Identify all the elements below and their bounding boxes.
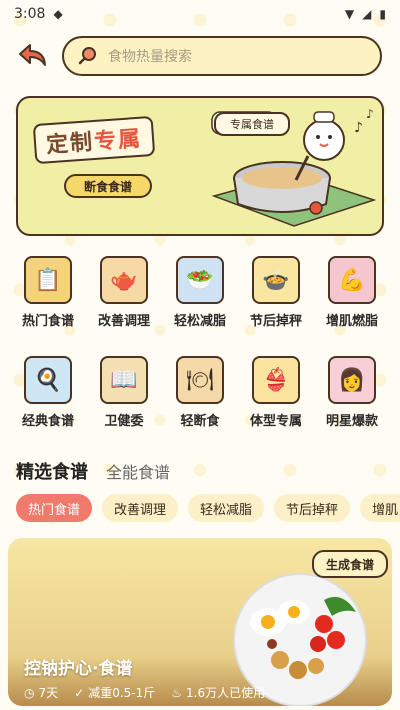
category-label: 卫健委 <box>104 414 144 429</box>
category-muscle-gain[interactable]: 💪 增肌燃脂 <box>314 256 390 329</box>
status-bar: 3:08 ◆ ▼ ◢ ▮ <box>0 0 400 28</box>
category-improve-conditioning[interactable]: 🫖 改善调理 <box>86 256 162 329</box>
banner-title-part2: 专属 <box>93 126 143 155</box>
category-label: 体型专属 <box>249 414 302 429</box>
header: 食物热量搜索 <box>0 34 400 78</box>
banner-title: 定制专属 <box>32 115 156 165</box>
svg-text:♪: ♪ <box>354 120 363 136</box>
generate-recipe-button[interactable]: 生成食谱 <box>312 550 388 578</box>
svg-text:♪: ♪ <box>366 107 374 121</box>
chip-fat-loss[interactable]: 轻松减脂 <box>188 494 265 522</box>
users-meta: ♨ 1.6万人已使用 <box>171 684 265 701</box>
goal-meta: ✓ 减重0.5-1斤 <box>74 684 155 701</box>
search-icon <box>78 47 96 65</box>
duration-meta: ◷ 7天 <box>24 684 58 701</box>
star-girl-icon: 👩 <box>328 356 376 404</box>
recipe-card[interactable]: 生成食谱 控钠护心·食谱 ◷ 7天 ✓ 减重0.5-1斤 ♨ 1.6万人已使用 <box>8 538 392 706</box>
teapot-icon: 🫖 <box>100 256 148 304</box>
recipe-card-title: 控钠护心·食谱 <box>24 659 133 679</box>
category-light-fasting[interactable]: 🍽 轻断食 <box>162 356 238 429</box>
category-post-holiday[interactable]: 🍲 节后掉秤 <box>238 256 314 329</box>
tab-all-recipes[interactable]: 全能食谱 <box>106 459 170 483</box>
category-label: 热门食谱 <box>21 314 74 329</box>
status-time: 3:08 <box>14 6 46 22</box>
tab-featured-recipes[interactable]: 精选食谱 <box>16 458 88 484</box>
category-label: 改善调理 <box>97 314 150 329</box>
banner-title-part1: 定制 <box>45 130 96 159</box>
chip-muscle[interactable]: 增肌 <box>360 494 400 522</box>
book-icon: 📖 <box>100 356 148 404</box>
category-label: 节后掉秤 <box>249 314 302 329</box>
category-easy-fat-loss[interactable]: 🥗 轻松减脂 <box>162 256 238 329</box>
body-icon: 👙 <box>252 356 300 404</box>
wifi-icon: ▼ <box>344 7 355 21</box>
muscle-chicken-icon: 💪 <box>328 256 376 304</box>
search-input[interactable]: 食物热量搜索 <box>62 36 382 76</box>
recipe-card-meta: ◷ 7天 ✓ 减重0.5-1斤 ♨ 1.6万人已使用 <box>24 684 265 701</box>
bowl-icon: 🍲 <box>252 256 300 304</box>
category-health-commission[interactable]: 📖 卫健委 <box>86 356 162 429</box>
category-label: 轻松减脂 <box>173 314 226 329</box>
flame-icon: ♨ <box>171 685 183 700</box>
chip-post-holiday[interactable]: 节后掉秤 <box>274 494 351 522</box>
signal-icon: ◢ <box>362 7 372 21</box>
duration-text: 7天 <box>38 686 59 700</box>
custom-recipe-banner[interactable]: 定制专属 断食食谱 ♪ ♪ 专属食谱 <box>16 96 384 236</box>
category-label: 增肌燃脂 <box>325 314 378 329</box>
chip-popular[interactable]: 热门食谱 <box>16 494 93 522</box>
banner-speech-tag: 专属食谱 <box>214 112 290 136</box>
app-notification-icon: ◆ <box>53 7 63 21</box>
goal-text: 减重0.5-1斤 <box>88 686 156 700</box>
battery-icon: ▮ <box>379 7 386 21</box>
category-label: 轻断食 <box>180 414 220 429</box>
category-body-type[interactable]: 👙 体型专属 <box>238 356 314 429</box>
plate-icon: 🍽 <box>176 356 224 404</box>
recipe-section-tabs: 精选食谱 全能食谱 <box>16 458 170 484</box>
back-button[interactable] <box>16 40 50 70</box>
category-popular-recipes[interactable]: 📋 热门食谱 <box>10 256 86 329</box>
check-icon: ✓ <box>74 685 85 700</box>
breakfast-icon: 🍳 <box>24 356 72 404</box>
clock-icon: ◷ <box>24 685 35 700</box>
category-label: 经典食谱 <box>21 414 74 429</box>
search-placeholder: 食物热量搜索 <box>108 49 192 65</box>
back-arrow-icon <box>19 44 46 66</box>
users-text: 1.6万人已使用 <box>186 686 266 700</box>
recipe-filter-chips: 热门食谱 改善调理 轻松减脂 节后掉秤 增肌 <box>16 494 400 524</box>
fasting-recipe-button[interactable]: 断食食谱 <box>64 174 152 198</box>
popular-recipes-icon: 📋 <box>24 256 72 304</box>
category-classic-recipes[interactable]: 🍳 经典食谱 <box>10 356 86 429</box>
category-label: 明星爆款 <box>325 414 378 429</box>
chip-improve[interactable]: 改善调理 <box>102 494 179 522</box>
salad-icon: 🥗 <box>176 256 224 304</box>
category-celebrity-hits[interactable]: 👩 明星爆款 <box>314 356 390 429</box>
